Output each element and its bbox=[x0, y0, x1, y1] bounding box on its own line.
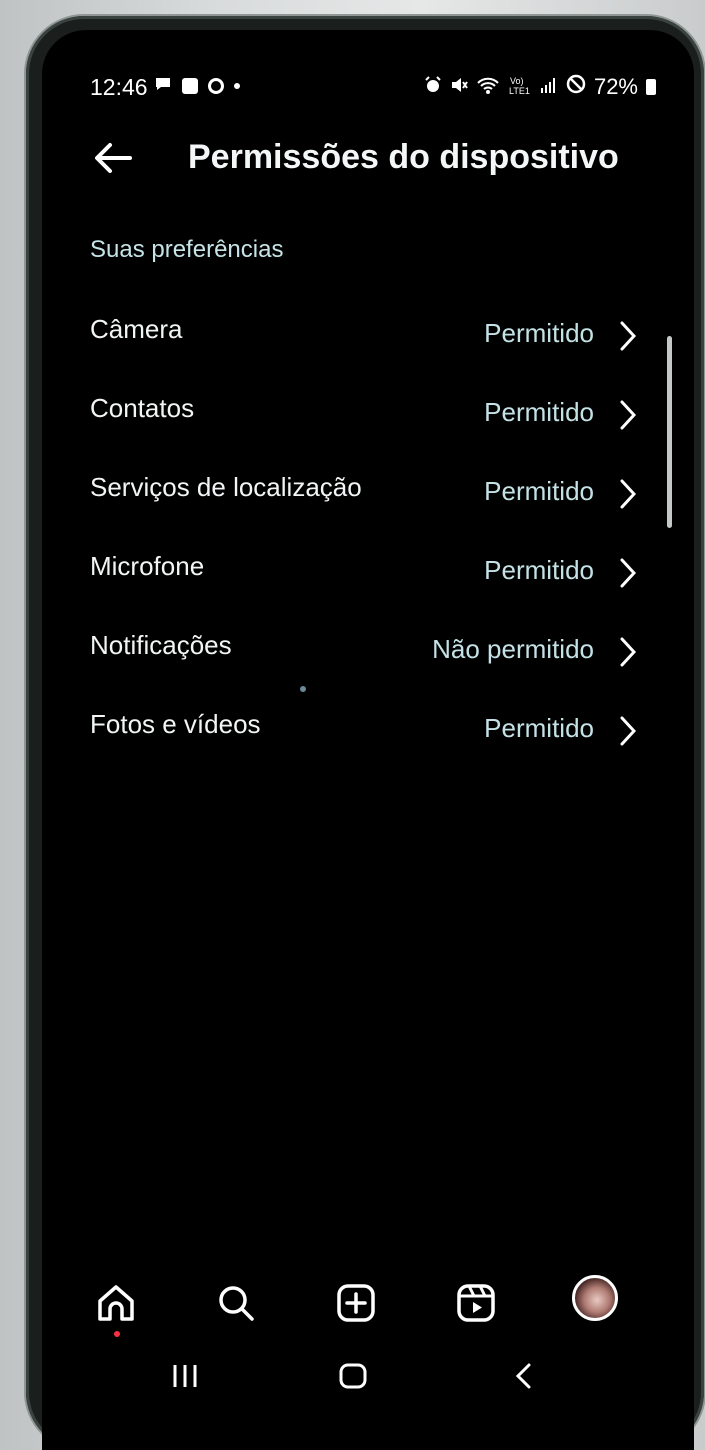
bottom-nav bbox=[42, 1275, 694, 1337]
status-time: 12:46 bbox=[90, 74, 148, 100]
permission-value: Permitido bbox=[484, 713, 594, 743]
permission-value: Não permitido bbox=[432, 634, 594, 664]
permission-label: Serviços de localização bbox=[90, 472, 362, 502]
status-bar: 12:46 Vo) LTE1 72% bbox=[42, 74, 694, 110]
mute-icon bbox=[450, 74, 468, 100]
status-left-icons bbox=[154, 76, 240, 95]
recent-apps-icon[interactable] bbox=[170, 1361, 200, 1391]
volte-icon: Vo) LTE1 bbox=[508, 75, 532, 100]
chevron-right-icon bbox=[620, 321, 637, 351]
screen: 12:46 Vo) LTE1 72% Permissões do disposi… bbox=[42, 30, 694, 1450]
permission-label: Contatos bbox=[90, 393, 195, 423]
chevron-right-icon bbox=[620, 716, 637, 746]
do-not-disturb-icon bbox=[566, 74, 586, 100]
reels-icon[interactable] bbox=[452, 1279, 500, 1327]
permission-label: Microfone bbox=[90, 551, 205, 581]
signal-icon bbox=[540, 74, 558, 100]
chevron-right-icon bbox=[620, 558, 637, 588]
permission-row-contacts[interactable]: Contatos Permitido bbox=[42, 379, 694, 458]
permission-row-notifications[interactable]: Notificações Não permitido bbox=[42, 616, 694, 695]
status-right: Vo) LTE1 72% bbox=[424, 74, 656, 100]
checkbox-icon bbox=[182, 77, 198, 94]
permission-row-microphone[interactable]: Microfone Permitido bbox=[42, 537, 694, 616]
header: Permissões do dispositivo bbox=[42, 130, 694, 190]
section-label: Suas preferências bbox=[90, 236, 284, 263]
permission-row-photos[interactable]: Fotos e vídeos Permitido bbox=[42, 695, 694, 774]
message-icon bbox=[154, 76, 172, 95]
back-arrow-icon[interactable] bbox=[90, 136, 134, 180]
permission-row-camera[interactable]: Câmera Permitido bbox=[42, 300, 694, 379]
battery-icon bbox=[646, 79, 656, 95]
page-title: Permissões do dispositivo bbox=[188, 138, 619, 176]
settings-icon bbox=[208, 77, 224, 94]
permission-value: Permitido bbox=[484, 318, 594, 348]
scrollbar[interactable] bbox=[667, 336, 672, 528]
chevron-right-icon bbox=[620, 400, 637, 430]
svg-text:LTE1: LTE1 bbox=[509, 86, 530, 95]
permission-value: Permitido bbox=[484, 555, 594, 585]
permission-label: Fotos e vídeos bbox=[90, 709, 261, 739]
alarm-icon bbox=[424, 74, 442, 100]
back-button-icon[interactable] bbox=[510, 1361, 540, 1391]
permission-value: Permitido bbox=[484, 476, 594, 506]
chevron-right-icon bbox=[620, 479, 637, 509]
wifi-icon bbox=[476, 74, 500, 100]
permission-value: Permitido bbox=[484, 397, 594, 427]
chevron-right-icon bbox=[620, 637, 637, 667]
permission-row-location[interactable]: Serviços de localização Permitido bbox=[42, 458, 694, 537]
battery-percent: 72% bbox=[593, 74, 638, 99]
svg-text:Vo): Vo) bbox=[510, 76, 524, 86]
permission-label: Câmera bbox=[90, 314, 183, 344]
permission-label: Notificações bbox=[90, 630, 232, 660]
search-icon[interactable] bbox=[212, 1279, 260, 1327]
create-icon[interactable] bbox=[332, 1279, 380, 1327]
profile-avatar[interactable] bbox=[572, 1275, 618, 1321]
system-nav bbox=[42, 1355, 694, 1405]
permissions-list: Câmera Permitido Contatos Permitido Serv… bbox=[42, 300, 694, 774]
home-button-icon[interactable] bbox=[338, 1361, 368, 1391]
notification-dot bbox=[114, 1331, 120, 1337]
home-icon[interactable] bbox=[92, 1279, 140, 1327]
touch-dot bbox=[300, 686, 306, 692]
dot-icon bbox=[234, 82, 240, 89]
